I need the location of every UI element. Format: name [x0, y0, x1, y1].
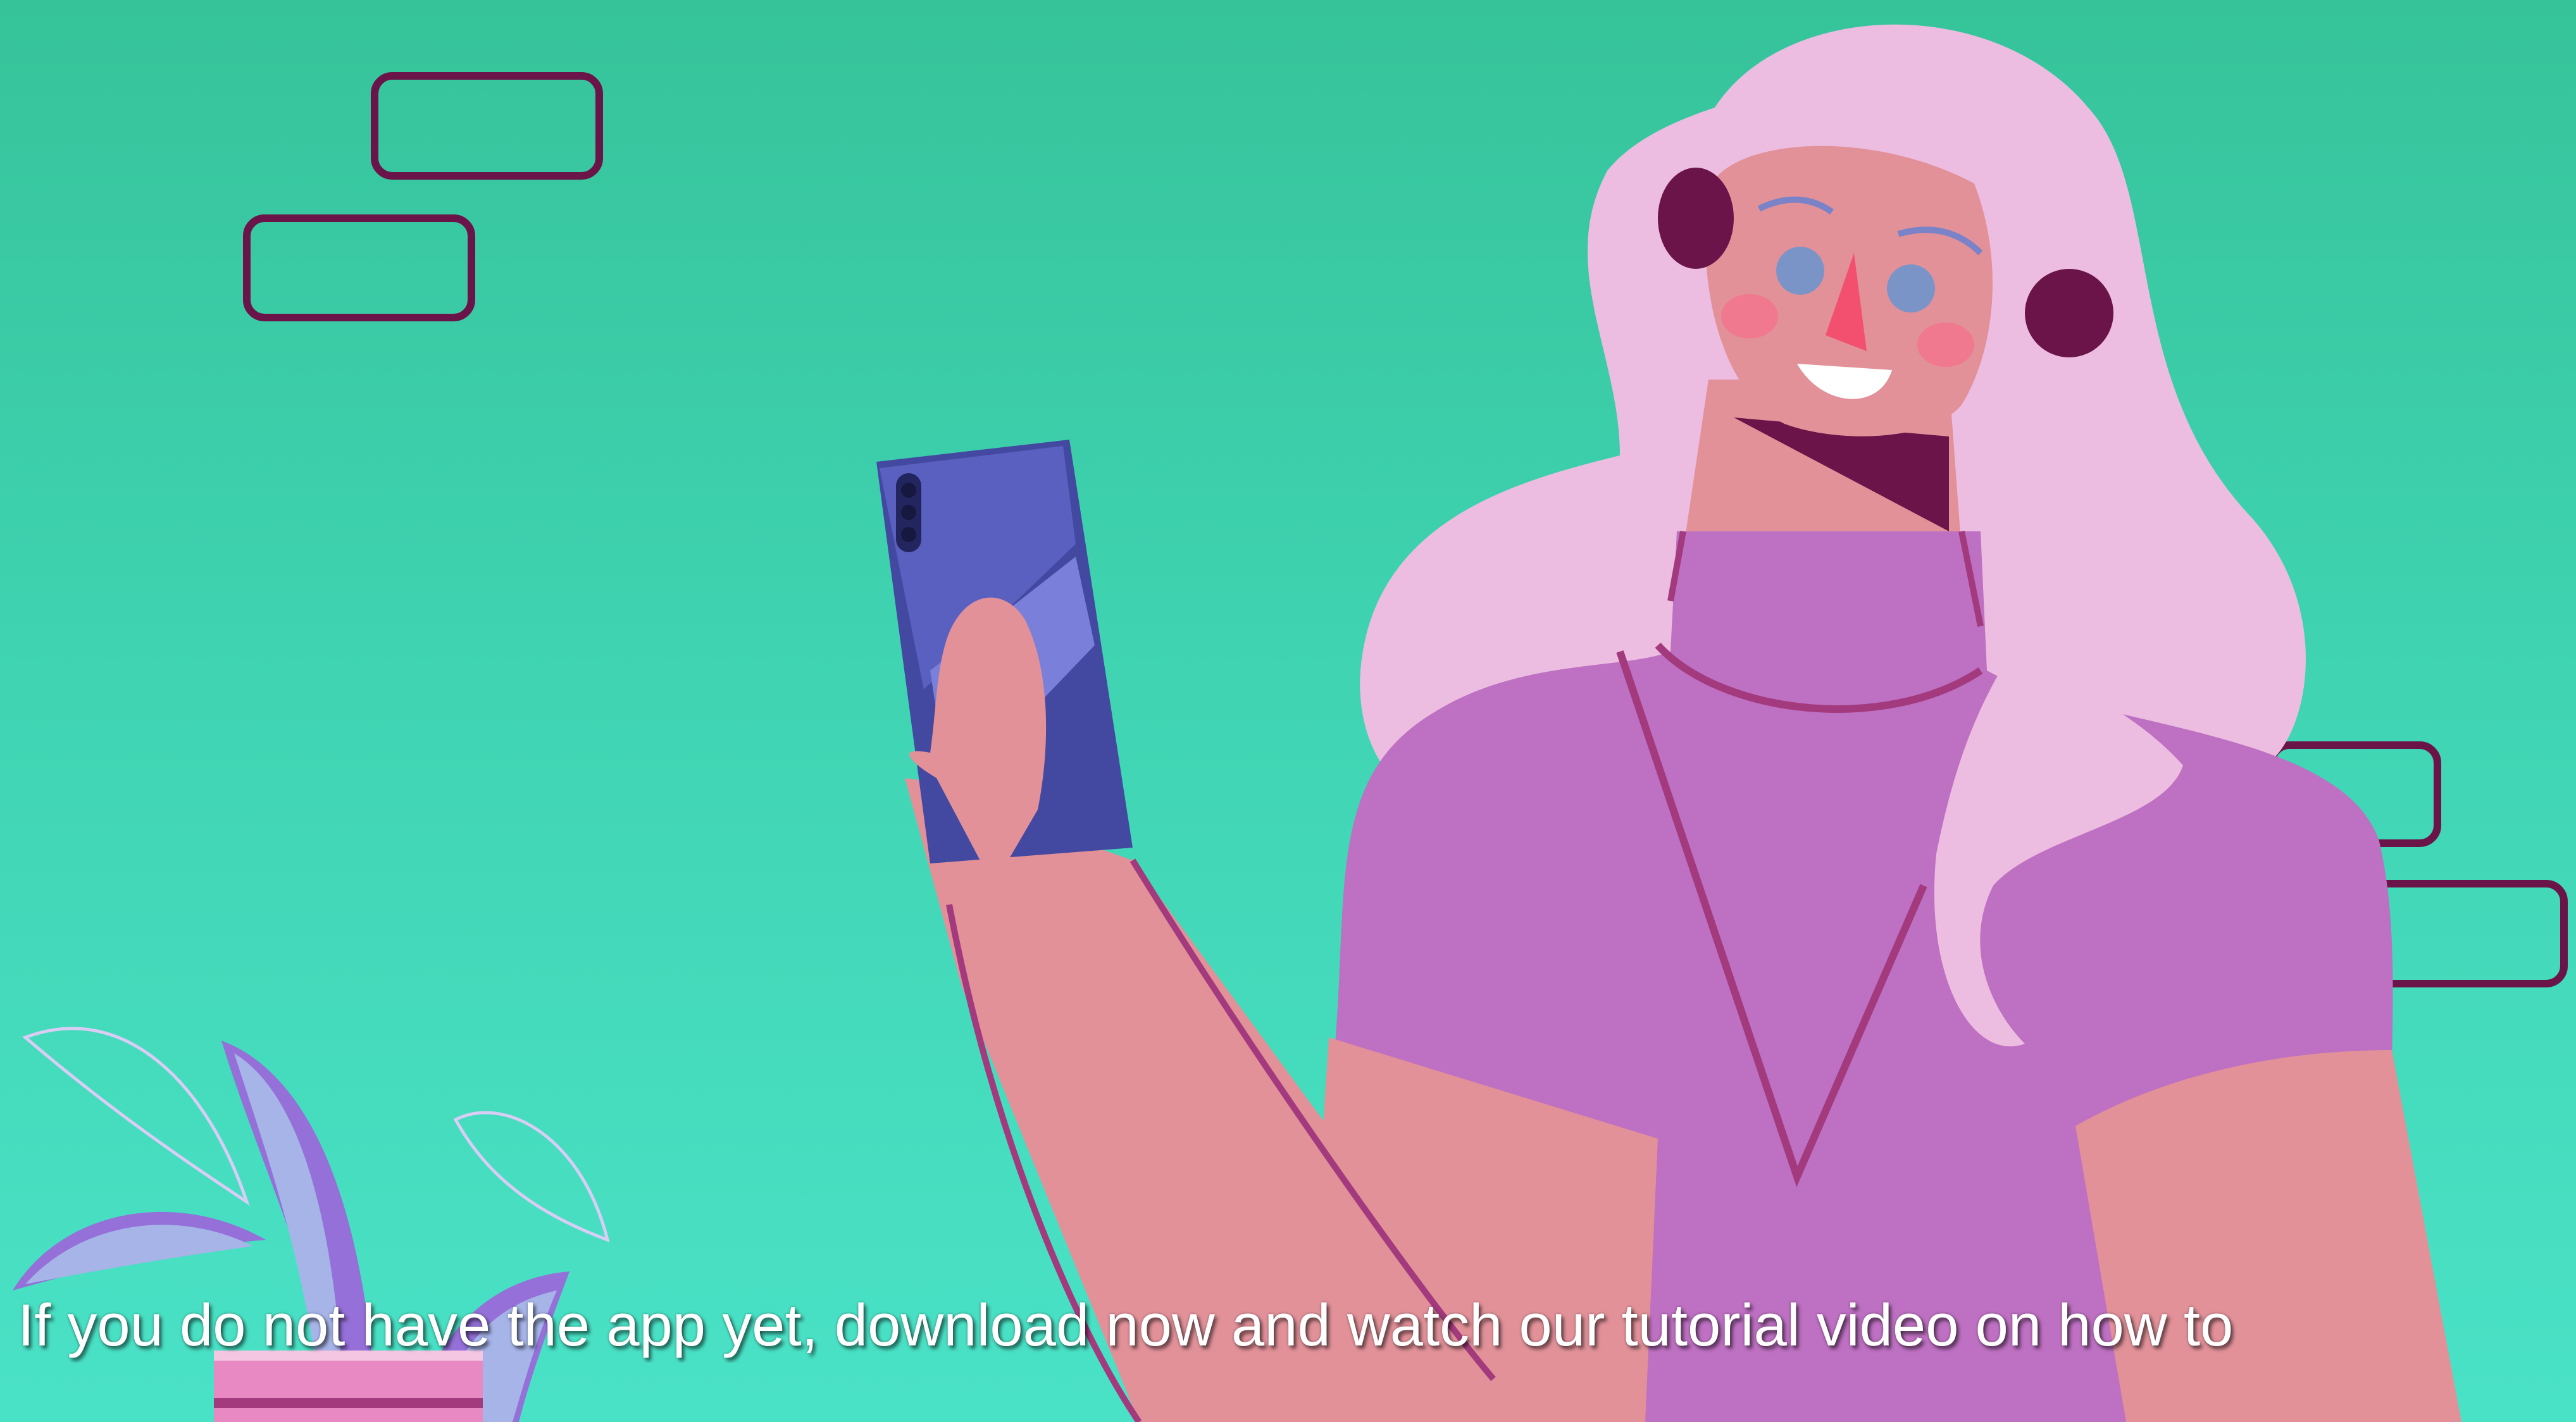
woman-illustration — [905, 24, 2461, 1422]
deco-rectangle-top-left-lower — [243, 214, 475, 321]
illustration-scene — [13, 24, 2568, 1422]
video-subtitle: If you do not have the app yet, download… — [18, 1292, 2234, 1358]
deco-rectangle-top-left-upper — [371, 72, 603, 180]
